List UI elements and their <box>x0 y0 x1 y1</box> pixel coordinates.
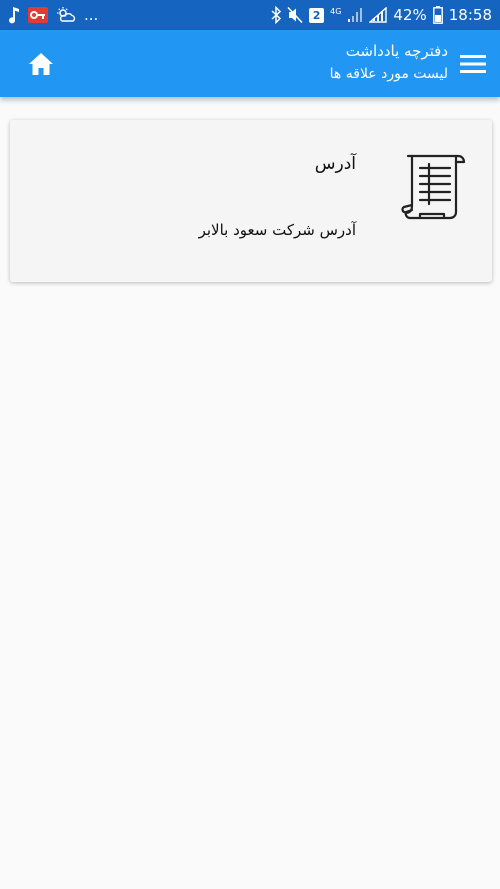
notification-overflow: ... <box>84 6 99 24</box>
bluetooth-icon <box>271 6 282 24</box>
hamburger-menu-icon <box>460 55 486 73</box>
favorite-title: آدرس <box>314 154 356 174</box>
network-type-label: 4G <box>330 7 342 16</box>
signal-weak-icon <box>348 8 363 22</box>
battery-icon <box>432 6 443 24</box>
app-title: دفترچه یادداشت <box>345 42 448 60</box>
notebook-document-icon <box>401 154 466 220</box>
clock-time: 18:58 <box>448 6 492 24</box>
home-icon <box>29 53 53 75</box>
vpn-key-icon <box>28 7 48 23</box>
sim-badge: 2 <box>309 7 325 23</box>
weather-icon <box>57 7 76 22</box>
status-bar: ... 2 4G 42% 18:58 <box>0 0 500 30</box>
home-button[interactable] <box>18 44 64 84</box>
status-indicators: 2 4G 42% 18:58 <box>271 5 492 25</box>
app-subtitle: لیست مورد علاقه ها <box>329 66 448 82</box>
menu-button[interactable] <box>456 44 490 84</box>
mute-icon <box>287 6 303 24</box>
signal-icon <box>369 7 388 23</box>
status-notifications: ... <box>8 5 98 25</box>
app-bar: دفترچه یادداشت لیست مورد علاقه ها <box>0 30 500 97</box>
favorite-card[interactable]: آدرس آدرس شرکت سعود بالابر <box>10 120 492 282</box>
favorite-body: آدرس شرکت سعود بالابر <box>198 221 356 239</box>
app-bar-title-block: دفترچه یادداشت لیست مورد علاقه ها <box>128 39 448 85</box>
battery-percent: 42% <box>393 6 427 24</box>
music-note-icon <box>9 7 19 24</box>
